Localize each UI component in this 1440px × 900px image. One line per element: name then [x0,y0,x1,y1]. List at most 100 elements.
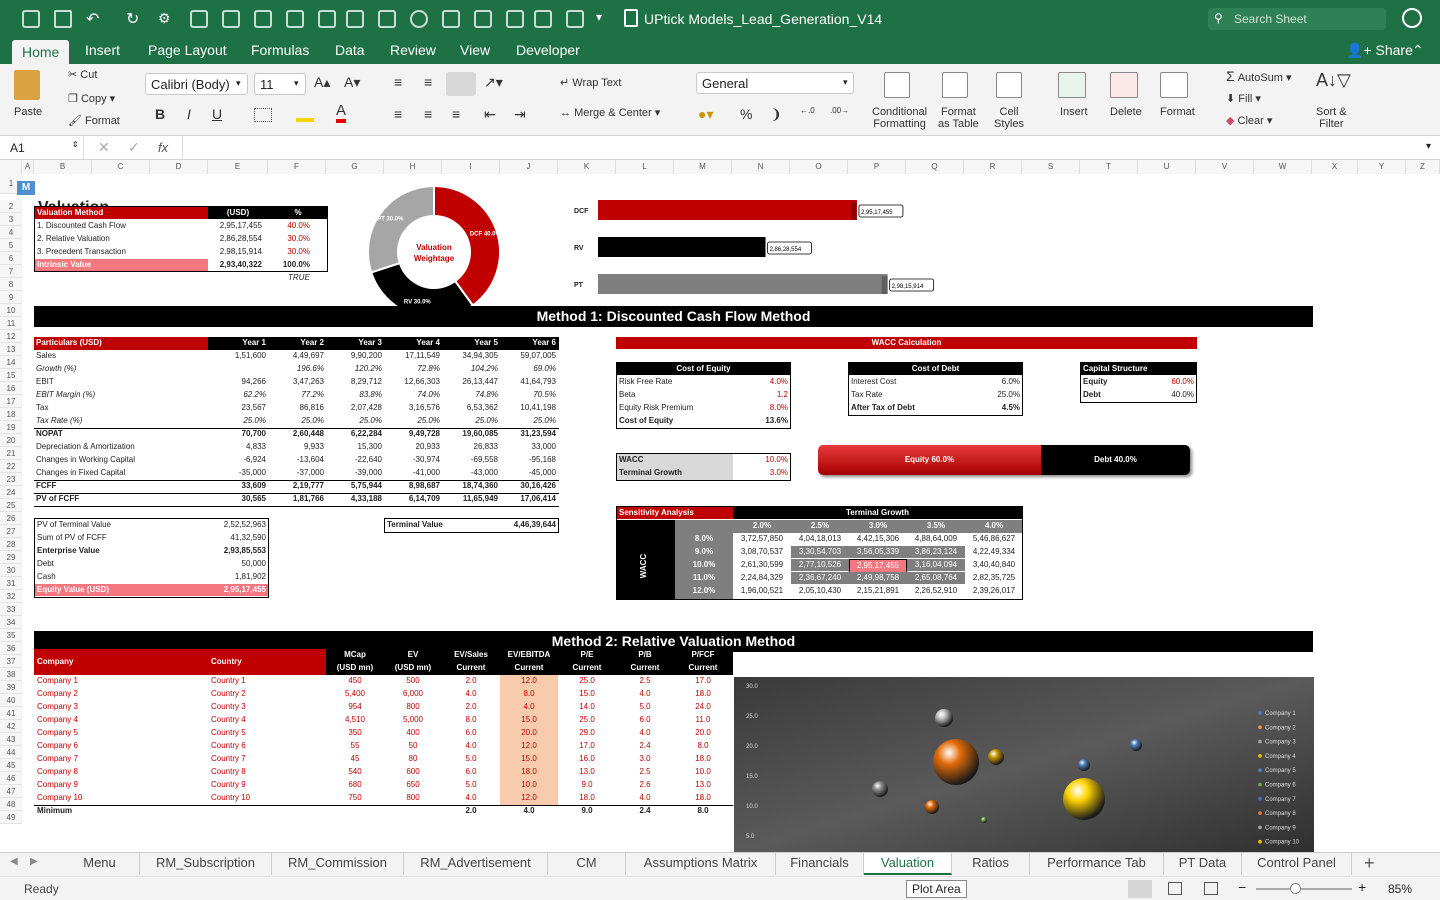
tab-home[interactable]: Home [12,40,70,64]
column-header-Y[interactable]: Y [1358,160,1406,174]
row-header-43[interactable]: 43 [0,733,22,746]
format-painter-button[interactable]: 🖌 Format [68,114,120,127]
column-header-K[interactable]: K [558,160,616,174]
align-left-icon[interactable]: ≡ [394,106,402,122]
qat-dropdown-icon[interactable]: ▾ [596,10,602,24]
row-header-24[interactable]: 24 [0,486,22,499]
row-header-33[interactable]: 33 [0,603,22,616]
column-header-J[interactable]: J [500,160,558,174]
cell-styles-icon[interactable] [996,72,1022,98]
increase-indent-icon[interactable]: ⇥ [514,106,526,123]
scroll-right-icon[interactable]: ▶ [30,856,38,867]
row-header-12[interactable]: 12 [0,330,22,343]
column-header-U[interactable]: U [1138,160,1196,174]
column-header-Q[interactable]: Q [906,160,964,174]
column-header-L[interactable]: L [616,160,674,174]
font-name-select[interactable]: Calibri (Body) ▾ [145,73,248,95]
copy-button[interactable]: ❐ Copy ▾ [68,92,115,105]
delete-cells-icon[interactable] [1110,72,1138,98]
conditional-formatting-icon[interactable] [884,72,910,98]
qat-icon-7[interactable] [378,10,396,28]
column-header-R[interactable]: R [964,160,1022,174]
tab-formulas[interactable]: Formulas [251,42,309,58]
insert-button[interactable]: Insert [1060,106,1088,118]
row-header-20[interactable]: 20 [0,434,22,447]
cut-button[interactable]: ✂ Cut [68,68,97,81]
row-header-15[interactable]: 15 [0,369,22,382]
clear-button[interactable]: ◆ Clear ▾ [1226,114,1272,127]
row-header-41[interactable]: 41 [0,707,22,720]
row-header-36[interactable]: 36 [0,642,22,655]
row-header-45[interactable]: 45 [0,759,22,772]
tab-review[interactable]: Review [390,42,436,58]
decrease-font-icon[interactable]: A▾ [344,74,360,91]
row-header-23[interactable]: 23 [0,473,22,486]
sheet-tab-cm[interactable]: CM [548,853,626,875]
sheet-tab-assumptions-matrix[interactable]: Assumptions Matrix [626,853,776,875]
row-header-8[interactable]: 8 [0,278,22,291]
row-header-47[interactable]: 47 [0,785,22,798]
expand-formula-icon[interactable]: ▾ [1426,141,1431,152]
column-header-T[interactable]: T [1080,160,1138,174]
weightage-donut-chart[interactable]: DCF 40.0% RV 30.0% PT 30.0% Valuation Weight… [364,182,504,322]
relative-valuation-bubble-chart[interactable]: 30.0 25.0 20.0 15.0 10.0 5.0 Company 1 Company … [734,677,1314,852]
row-header-26[interactable]: 26 [0,512,22,525]
qat-icon-3[interactable] [254,10,272,28]
sidebar-icon[interactable] [22,10,40,28]
corner-cell[interactable] [0,160,22,174]
column-header-S[interactable]: S [1022,160,1080,174]
row-header-2[interactable]: 2 [0,200,22,213]
formula-input[interactable] [182,136,1422,159]
sheet-tab-rm-advertisement[interactable]: RM_Advertisement [404,853,548,875]
font-size-select[interactable]: 11 ▾ [254,73,306,95]
tab-view[interactable]: View [460,42,490,58]
tab-page-layout[interactable]: Page Layout [148,42,227,58]
zoom-in-icon[interactable]: + [1358,879,1366,895]
cancel-icon[interactable]: ✕ [98,139,110,156]
sort-filter-icon[interactable]: A↓▽ [1316,70,1351,91]
format-button[interactable]: Format [1160,106,1195,118]
align-bottom-icon[interactable] [446,72,476,96]
align-middle-icon[interactable]: ≡ [424,74,432,90]
sheet-tab-rm-subscription[interactable]: RM_Subscription [140,853,272,875]
qat-icon-13[interactable] [566,10,584,28]
row-header-7[interactable]: 7 [0,265,22,278]
bold-button[interactable]: B [155,106,165,122]
row-header-35[interactable]: 35 [0,629,22,642]
row-header-14[interactable]: 14 [0,356,22,369]
cell-styles-button[interactable]: Cell Styles [994,106,1024,130]
wrap-text-button[interactable]: ↵ Wrap Text [560,76,621,89]
align-top-icon[interactable]: ≡ [394,74,402,90]
underline-button[interactable]: U [212,106,222,122]
column-header-Z[interactable]: Z [1406,160,1440,174]
row-header-27[interactable]: 27 [0,525,22,538]
column-header-X[interactable]: X [1312,160,1358,174]
row-header-5[interactable]: 5 [0,239,22,252]
function-icon[interactable]: fx [158,140,168,155]
qat-icon-4[interactable] [286,10,304,28]
delete-button[interactable]: Delete [1110,106,1142,118]
row-header-28[interactable]: 28 [0,538,22,551]
row-header-37[interactable]: 37 [0,655,22,668]
column-header-C[interactable]: C [92,160,150,174]
number-format-select[interactable]: General ▾ [696,72,854,94]
qat-icon-1[interactable] [190,10,208,28]
row-header-17[interactable]: 17 [0,395,22,408]
row-header-9[interactable]: 9 [0,291,22,304]
row-header-39[interactable]: 39 [0,681,22,694]
format-as-table-button[interactable]: Format as Table [938,106,979,130]
column-header-D[interactable]: D [150,160,208,174]
sort-filter-button[interactable]: Sort & Filter [1316,106,1347,130]
percent-icon[interactable]: % [740,106,752,122]
zoom-slider-thumb[interactable] [1290,883,1301,894]
sheet-tab-financials[interactable]: Financials [776,853,864,875]
scroll-left-icon[interactable]: ◀ [10,856,18,867]
sheet-tab-menu[interactable]: Menu [60,853,140,875]
font-color-icon[interactable]: A [336,102,347,123]
sheet-tab-pt-data[interactable]: PT Data [1164,853,1242,875]
row-header-19[interactable]: 19 [0,421,22,434]
italic-button[interactable]: I [187,106,191,122]
sheet-tab-ratios[interactable]: Ratios [952,853,1030,875]
autosum-button[interactable]: Σ AutoSum ▾ [1226,68,1292,84]
enter-icon[interactable]: ✓ [128,139,140,156]
